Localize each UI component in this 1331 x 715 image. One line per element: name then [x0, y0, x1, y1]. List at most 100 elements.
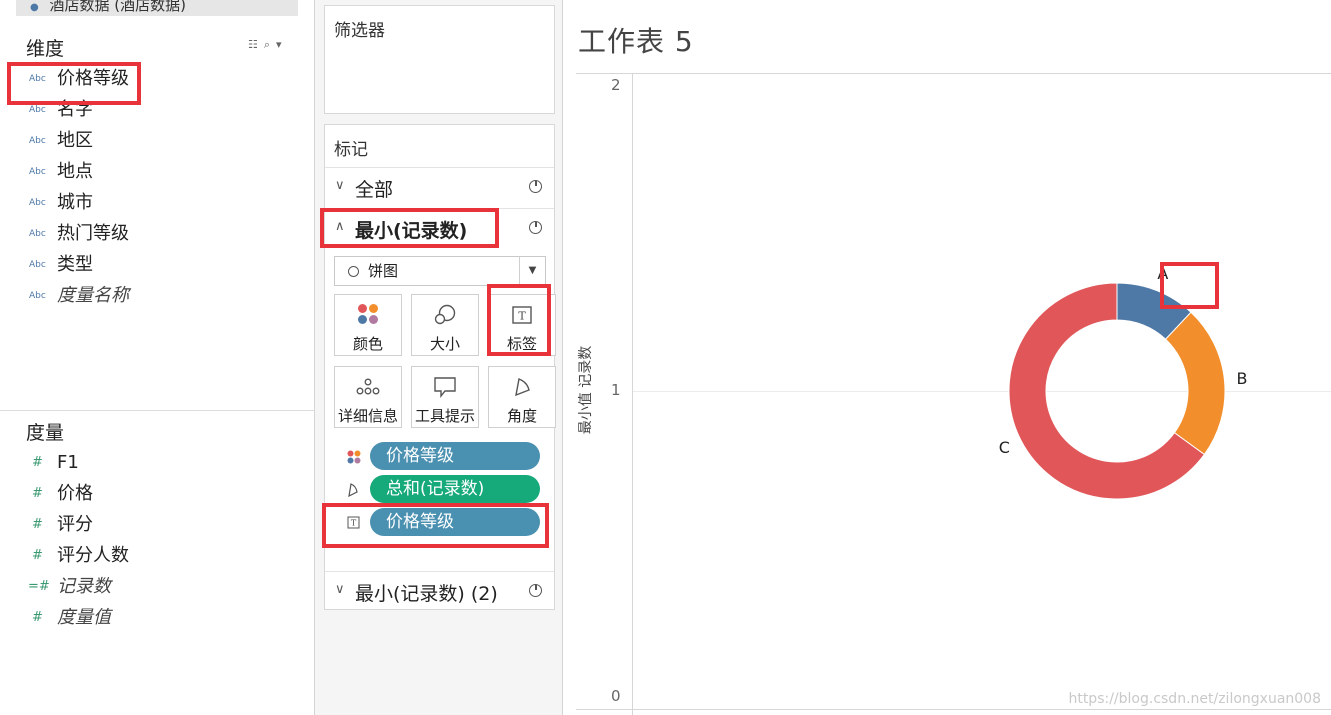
filters-shelf[interactable]: 筛选器: [324, 5, 555, 114]
measure-field[interactable]: =# 记录数: [0, 572, 315, 602]
pane-tools: ☷ ⌕ ▾: [248, 38, 288, 52]
dimension-field[interactable]: Abc 类型: [0, 250, 315, 280]
marks-title: 标记: [334, 140, 368, 160]
number-type-icon: #: [32, 455, 43, 470]
string-type-icon: Abc: [29, 74, 46, 84]
svg-text:T: T: [351, 519, 357, 528]
calc-number-type-icon: =#: [28, 579, 50, 594]
chevron-down-icon[interactable]: ∨: [335, 582, 345, 597]
color-dots-icon: [347, 450, 361, 467]
text-label-icon: T: [489, 304, 555, 326]
slice-label: A: [1157, 263, 1169, 283]
label-label: 标签: [506, 335, 537, 353]
pane-divider[interactable]: [0, 410, 315, 411]
search-icon[interactable]: ⌕: [264, 38, 270, 51]
mark-type-select[interactable]: 饼图 ▼: [334, 256, 546, 286]
field-name: F1: [57, 452, 79, 473]
marks-card: 标记 ∨ 全部 ∧ 最小(记录数) 饼图 ▼ 颜色 大小 T 标签 详细信息 工…: [324, 124, 556, 611]
string-type-icon: Abc: [29, 260, 46, 270]
donut-chart[interactable]: [563, 0, 1331, 715]
dimension-field[interactable]: Abc 度量名称: [0, 281, 315, 311]
color-pill[interactable]: 价格等级: [370, 442, 540, 470]
dimensions-header: 维度: [26, 38, 65, 60]
angle-icon: [489, 376, 555, 398]
number-type-icon: #: [32, 610, 43, 625]
field-name: 类型: [57, 254, 93, 275]
dimension-field[interactable]: Abc 城市: [0, 188, 315, 218]
tooltip-button[interactable]: 工具提示: [411, 366, 479, 428]
detail-label: 详细信息: [337, 407, 398, 425]
dropdown-icon[interactable]: ▾: [276, 38, 282, 51]
field-name: 记录数: [57, 576, 111, 597]
chevron-up-icon[interactable]: ∧: [335, 219, 345, 234]
datasource-icon: ●: [30, 2, 39, 13]
pie-icon: [348, 266, 359, 277]
field-name: 热门等级: [57, 223, 129, 244]
marks-layer-all[interactable]: ∨ 全部: [325, 167, 554, 207]
color-label: 颜色: [352, 335, 383, 353]
dimension-field[interactable]: Abc 价格等级: [0, 64, 315, 94]
measure-field[interactable]: # F1: [0, 448, 315, 478]
datasource-item[interactable]: ● 酒店数据 (酒店数据): [16, 0, 298, 16]
string-type-icon: Abc: [29, 291, 46, 301]
color-dots-icon: [335, 304, 401, 326]
text-label-icon: T: [347, 516, 360, 532]
field-name: 价格: [57, 483, 93, 504]
watermark: https://blog.csdn.net/zilongxuan008: [1068, 691, 1321, 707]
label-button[interactable]: T 标签: [488, 294, 556, 356]
detail-dots-icon: [335, 376, 401, 398]
datasource-name: 酒店数据 (酒店数据): [49, 0, 186, 14]
string-type-icon: Abc: [29, 105, 46, 115]
data-pane: ● 酒店数据 (酒店数据) 维度 ☷ ⌕ ▾ Abc 价格等级 Abc 名字 Abc 地区…: [0, 0, 315, 715]
string-type-icon: Abc: [29, 136, 46, 146]
tooltip-label: 工具提示: [414, 407, 475, 425]
mark-type-value: 饼图: [368, 262, 399, 280]
string-type-icon: Abc: [29, 229, 46, 239]
angle-button[interactable]: 角度: [488, 366, 556, 428]
angle-label: 角度: [506, 407, 537, 425]
size-label: 大小: [429, 335, 460, 353]
marks-layer-second[interactable]: ∨ 最小(记录数) (2): [325, 571, 554, 611]
pill-row-color: 价格等级: [325, 442, 554, 472]
size-button[interactable]: 大小: [411, 294, 479, 356]
number-type-icon: #: [32, 486, 43, 501]
pie-icon: [529, 584, 542, 597]
angle-icon: [347, 483, 359, 500]
shelves-pane: 筛选器 标记 ∨ 全部 ∧ 最小(记录数) 饼图 ▼ 颜色 大小 T 标签 详细…: [315, 0, 563, 715]
detail-button[interactable]: 详细信息: [334, 366, 402, 428]
view-list-icon[interactable]: ☷: [248, 38, 258, 51]
marks-layer-active[interactable]: ∧ 最小(记录数): [325, 208, 554, 248]
number-type-icon: #: [32, 548, 43, 563]
slice-label: C: [998, 438, 1010, 458]
measures-header: 度量: [26, 422, 65, 444]
field-name: 评分: [57, 514, 93, 535]
measure-field[interactable]: # 评分人数: [0, 541, 315, 571]
size-icon: [412, 304, 478, 326]
pie-icon: [529, 221, 542, 234]
layer-label: 最小(记录数) (2): [355, 583, 498, 605]
measure-field[interactable]: # 度量值: [0, 603, 315, 633]
dimension-field[interactable]: Abc 名字: [0, 95, 315, 125]
layer-label: 最小(记录数): [355, 220, 468, 242]
filters-title: 筛选器: [334, 21, 385, 41]
chevron-down-icon[interactable]: ▼: [519, 257, 545, 285]
measure-field[interactable]: # 价格: [0, 479, 315, 509]
field-name: 地区: [57, 130, 93, 151]
angle-pill[interactable]: 总和(记录数): [370, 475, 540, 503]
pill-row-angle: 总和(记录数): [325, 475, 554, 505]
string-type-icon: Abc: [29, 198, 46, 208]
color-button[interactable]: 颜色: [334, 294, 402, 356]
dimension-field[interactable]: Abc 热门等级: [0, 219, 315, 249]
chevron-down-icon[interactable]: ∨: [335, 178, 345, 193]
dimension-field[interactable]: Abc 地点: [0, 157, 315, 187]
measure-field[interactable]: # 评分: [0, 510, 315, 540]
label-pill[interactable]: 价格等级: [370, 508, 540, 536]
field-name: 地点: [57, 161, 93, 182]
pie-icon: [529, 180, 542, 193]
svg-text:T: T: [518, 310, 526, 323]
dimension-field[interactable]: Abc 地区: [0, 126, 315, 156]
field-name: 名字: [57, 99, 93, 120]
field-name: 城市: [57, 192, 93, 213]
field-name: 度量名称: [57, 285, 129, 306]
pill-row-label: T 价格等级: [325, 508, 554, 538]
